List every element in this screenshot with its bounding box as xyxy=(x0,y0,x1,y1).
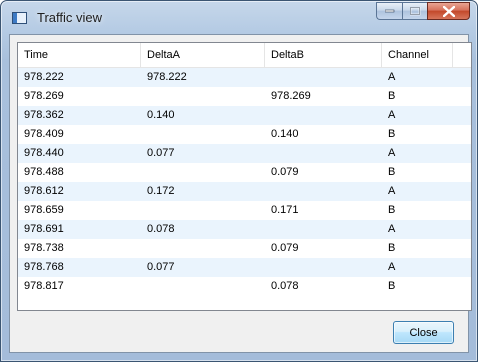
cell-channel: A xyxy=(388,261,396,273)
cell-delta-a xyxy=(141,163,265,182)
cell-channel: A xyxy=(388,109,396,121)
column-header-delta-b[interactable]: DeltaB xyxy=(265,43,382,67)
cell-delta-a: 0.172 xyxy=(147,185,175,197)
cell-delta-a xyxy=(141,277,265,296)
cell-time: 978.269 xyxy=(24,90,64,102)
maximize-button[interactable] xyxy=(402,2,427,20)
title-bar[interactable]: Traffic view xyxy=(1,1,477,34)
cell-delta-a xyxy=(141,201,265,220)
cell-delta-a xyxy=(141,125,265,144)
column-header-time[interactable]: Time xyxy=(18,43,141,67)
cell-delta-b xyxy=(265,106,382,125)
cell-delta-a: 0.078 xyxy=(147,223,175,235)
cell-delta-b: 0.079 xyxy=(271,166,299,178)
table-row[interactable]: 978.738 0.079 B xyxy=(18,239,471,258)
cell-delta-b xyxy=(265,182,382,201)
cell-channel: B xyxy=(388,204,396,216)
table-row[interactable]: 978.440 0.077 A xyxy=(18,144,471,163)
table-row[interactable]: 978.222 978.222 A xyxy=(18,68,471,87)
cell-time: 978.817 xyxy=(24,280,64,292)
close-button[interactable]: Close xyxy=(393,321,454,344)
cell-channel: B xyxy=(388,166,396,178)
cell-time: 978.222 xyxy=(24,71,64,83)
table-row[interactable]: 978.488 0.079 B xyxy=(18,163,471,182)
table-row[interactable]: 978.817 0.078 B xyxy=(18,277,471,296)
cell-channel: A xyxy=(388,223,396,235)
cell-delta-b: 0.079 xyxy=(271,242,299,254)
cell-time: 978.409 xyxy=(24,128,64,140)
cell-delta-b: 0.078 xyxy=(271,280,299,292)
cell-time: 978.362 xyxy=(24,109,64,121)
cell-time: 978.612 xyxy=(24,185,64,197)
close-icon xyxy=(442,5,455,17)
cell-delta-a: 978.222 xyxy=(147,71,187,83)
cell-channel: A xyxy=(388,147,396,159)
table-row[interactable]: 978.409 0.140 B xyxy=(18,125,471,144)
client-area: Time DeltaA DeltaB Channel 978.222 978.22… xyxy=(9,34,472,353)
cell-delta-b xyxy=(265,144,382,163)
column-header-delta-a[interactable]: DeltaA xyxy=(141,43,265,67)
minimize-icon xyxy=(384,9,394,13)
cell-delta-b xyxy=(265,220,382,239)
cell-time: 978.440 xyxy=(24,147,64,159)
table-row[interactable]: 978.612 0.172 A xyxy=(18,182,471,201)
list-body: 978.222 978.222 A 978.269 978.269 B 978.362 0.1… xyxy=(18,68,471,296)
close-window-button[interactable] xyxy=(427,2,470,20)
cell-delta-a: 0.077 xyxy=(147,147,175,159)
cell-channel: A xyxy=(388,71,396,83)
table-row[interactable]: 978.269 978.269 B xyxy=(18,87,471,106)
cell-delta-b: 978.269 xyxy=(271,90,311,102)
cell-delta-a xyxy=(141,87,265,106)
cell-delta-b: 0.140 xyxy=(271,128,299,140)
cell-time: 978.488 xyxy=(24,166,64,178)
cell-channel: B xyxy=(388,90,396,102)
table-row[interactable]: 978.362 0.140 A xyxy=(18,106,471,125)
window-title: Traffic view xyxy=(37,10,103,25)
minimize-button[interactable] xyxy=(376,2,402,20)
maximize-icon xyxy=(409,6,420,15)
cell-channel: A xyxy=(388,185,396,197)
traffic-view-window: Traffic view Time DeltaA DeltaB Channel … xyxy=(0,0,478,362)
traffic-list[interactable]: Time DeltaA DeltaB Channel 978.222 978.22… xyxy=(17,42,472,311)
list-header: Time DeltaA DeltaB Channel xyxy=(18,43,471,68)
cell-time: 978.738 xyxy=(24,242,64,254)
table-row[interactable]: 978.768 0.077 A xyxy=(18,258,471,277)
cell-delta-b xyxy=(265,258,382,277)
table-row[interactable]: 978.691 0.078 A xyxy=(18,220,471,239)
cell-channel: B xyxy=(388,128,396,140)
cell-channel: B xyxy=(388,280,396,292)
cell-delta-a: 0.140 xyxy=(147,109,175,121)
cell-delta-b: 0.171 xyxy=(271,204,299,216)
cell-time: 978.768 xyxy=(24,261,64,273)
cell-channel: B xyxy=(388,242,396,254)
caption-buttons xyxy=(376,2,470,22)
cell-delta-a: 0.077 xyxy=(147,261,175,273)
column-header-channel[interactable]: Channel xyxy=(382,43,453,67)
cell-delta-a xyxy=(141,239,265,258)
cell-time: 978.659 xyxy=(24,204,64,216)
table-row[interactable]: 978.659 0.171 B xyxy=(18,201,471,220)
cell-delta-b xyxy=(265,68,382,87)
cell-time: 978.691 xyxy=(24,223,64,235)
window-icon xyxy=(12,12,27,24)
